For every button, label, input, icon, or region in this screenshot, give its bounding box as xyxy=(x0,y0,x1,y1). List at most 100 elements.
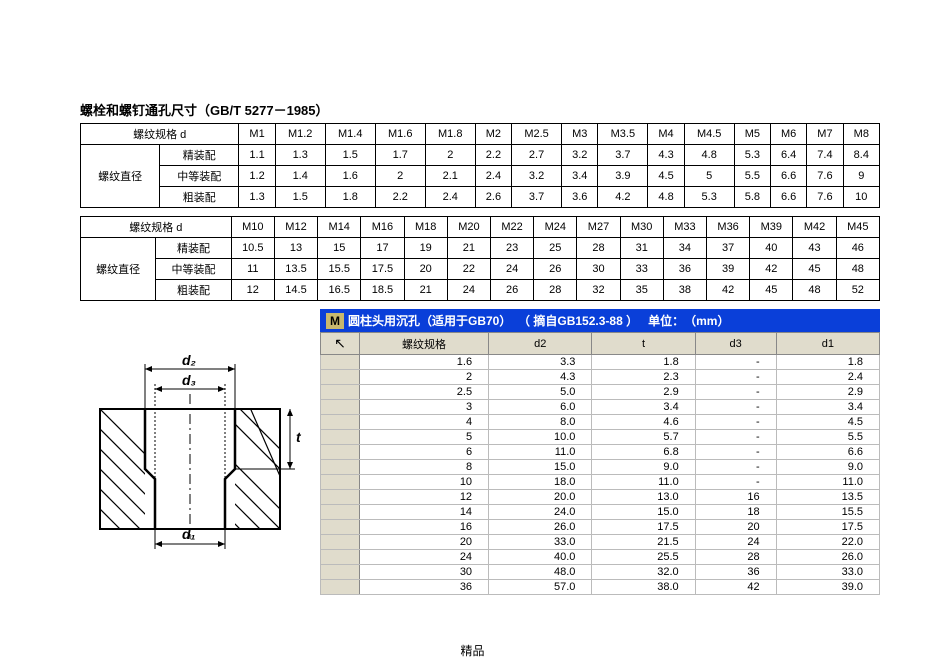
table-row-label: 精装配 xyxy=(160,145,239,166)
table-cell: 43 xyxy=(793,238,836,259)
table-cell: 13.0 xyxy=(592,490,695,505)
table-cell: 5.0 xyxy=(489,385,592,400)
table-cell: 13.5 xyxy=(274,259,317,280)
table-cell: 42 xyxy=(707,280,750,301)
table-cell: 28 xyxy=(577,238,620,259)
row-handle xyxy=(321,400,360,415)
table-cell: 46 xyxy=(836,238,879,259)
table-cell: 36 xyxy=(360,580,489,595)
table-header-cell: M2 xyxy=(475,124,511,145)
table-cell: 2.4 xyxy=(776,370,879,385)
table-cell: 10.5 xyxy=(231,238,274,259)
row-handle xyxy=(321,535,360,550)
table-through-hole-b: 螺纹规格 dM10M12M14M16M18M20M22M24M27M30M33M… xyxy=(80,216,880,301)
table-row: 611.06.8-6.6 xyxy=(321,445,880,460)
table-cell: 1.3 xyxy=(239,187,275,208)
table2-title-text: 圆柱头用沉孔（适用于GB70） xyxy=(348,312,511,329)
table-cell: 26 xyxy=(491,280,534,301)
table-cell: 18.5 xyxy=(361,280,404,301)
table-cell: 2.4 xyxy=(475,166,511,187)
page-footer: 精品 xyxy=(0,642,945,659)
table-cell: 2.4 xyxy=(425,187,475,208)
table-cell: 39.0 xyxy=(776,580,879,595)
table-cell: 18 xyxy=(695,505,776,520)
table-cell: 32.0 xyxy=(592,565,695,580)
table-cell: - xyxy=(695,385,776,400)
table-cell: 1.6 xyxy=(325,166,375,187)
table-header-cell: M33 xyxy=(663,217,706,238)
table-cell: 45 xyxy=(793,259,836,280)
counterbore-diagram: d₂ d₃ t d₁ xyxy=(80,339,310,552)
table-row: 1220.013.01613.5 xyxy=(321,490,880,505)
table-cell: 19 xyxy=(404,238,447,259)
label-d3: d₃ xyxy=(182,372,196,388)
table-header-cell: M1.2 xyxy=(275,124,325,145)
table-cell: 4.5 xyxy=(776,415,879,430)
table-header-cell: M30 xyxy=(620,217,663,238)
table-cell: 1.2 xyxy=(239,166,275,187)
table-cell: 5.3 xyxy=(734,145,770,166)
table-cell: 15.0 xyxy=(489,460,592,475)
table-cell: 8 xyxy=(360,460,489,475)
table-header-cell: M6 xyxy=(771,124,807,145)
table-cell: 40 xyxy=(750,238,793,259)
row-handle xyxy=(321,415,360,430)
table-row: 36.03.4-3.4 xyxy=(321,400,880,415)
table-cell: 1.6 xyxy=(360,355,489,370)
label-d1: d₁ xyxy=(182,526,196,542)
table2-source: （ 摘自GB152.3-88 ） xyxy=(518,312,638,329)
table-cell: 26.0 xyxy=(489,520,592,535)
table-cell: 11.0 xyxy=(592,475,695,490)
table2-unit-label: 单位： xyxy=(648,312,684,329)
table-cell: 17.5 xyxy=(592,520,695,535)
table-cell: 16 xyxy=(360,520,489,535)
table-header-cell: M27 xyxy=(577,217,620,238)
table-cell: 2.3 xyxy=(592,370,695,385)
table-cell: 21 xyxy=(447,238,490,259)
table-cell: 52 xyxy=(836,280,879,301)
table2-col-header: d2 xyxy=(489,333,592,355)
table-cell: 6.4 xyxy=(771,145,807,166)
table-cell: 3 xyxy=(360,400,489,415)
table-cell: 9.0 xyxy=(776,460,879,475)
table-row: 1424.015.01815.5 xyxy=(321,505,880,520)
table-cell: - xyxy=(695,400,776,415)
table-cell: 3.3 xyxy=(489,355,592,370)
table-row: 3657.038.04239.0 xyxy=(321,580,880,595)
table-cell: 1.8 xyxy=(776,355,879,370)
table-cell: 15.0 xyxy=(592,505,695,520)
table-header-cell: M3.5 xyxy=(598,124,648,145)
table-cell: 2.2 xyxy=(375,187,425,208)
table-cell: - xyxy=(695,370,776,385)
table-cell: 4.3 xyxy=(489,370,592,385)
table-row: 48.04.6-4.5 xyxy=(321,415,880,430)
table-header-cell: M22 xyxy=(491,217,534,238)
table-cell: 2.1 xyxy=(425,166,475,187)
table-cell: 48 xyxy=(793,280,836,301)
table-cell: - xyxy=(695,415,776,430)
table-cell: 36 xyxy=(663,259,706,280)
row-handle xyxy=(321,475,360,490)
table-cell: 14 xyxy=(360,505,489,520)
table-cell: 20 xyxy=(404,259,447,280)
table-cell: 5 xyxy=(684,166,734,187)
row-handle xyxy=(321,550,360,565)
table-cell: 5.7 xyxy=(592,430,695,445)
table-header-cell: M14 xyxy=(318,217,361,238)
table-cell: 25.5 xyxy=(592,550,695,565)
table-header-cell: M8 xyxy=(843,124,879,145)
table-cell: 28 xyxy=(695,550,776,565)
table-cell: 10 xyxy=(843,187,879,208)
table-cell: 14.5 xyxy=(274,280,317,301)
table-cell: 31 xyxy=(620,238,663,259)
table-header-cell: M4.5 xyxy=(684,124,734,145)
table-cell: 2.6 xyxy=(475,187,511,208)
table-cell: - xyxy=(695,445,776,460)
table-row: 1018.011.0-11.0 xyxy=(321,475,880,490)
table-header-cell: M1.8 xyxy=(425,124,475,145)
table-cell: 7.6 xyxy=(807,187,843,208)
table-header-cell: M39 xyxy=(750,217,793,238)
table-cell: 48 xyxy=(836,259,879,280)
table-header-cell: M4 xyxy=(648,124,684,145)
table-cell: 24 xyxy=(695,535,776,550)
